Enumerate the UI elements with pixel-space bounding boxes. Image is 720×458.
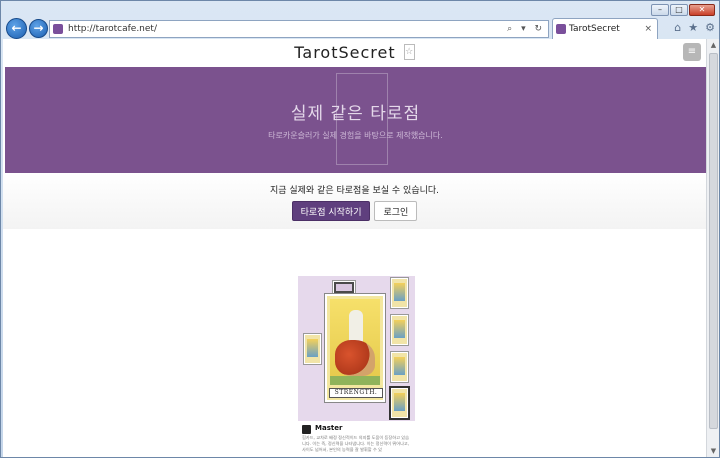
mini-card-right-4 [391, 388, 408, 418]
site-brand[interactable]: TarotSecret [294, 43, 395, 62]
site-header: TarotSecret ☆ ≡ [3, 39, 706, 66]
mini-card-right-2 [391, 315, 408, 345]
address-bar[interactable]: http://tarotcafe.net/ ⌕ ▾ ↻ [49, 20, 549, 38]
tab-title: TarotSecret [569, 24, 620, 34]
scroll-down-icon[interactable]: ▼ [707, 445, 720, 457]
address-actions-icon[interactable]: ⌕ ▾ ↻ [507, 21, 545, 37]
card-label: STRENGTH. [329, 388, 383, 398]
browser-tools: ⌂ ★ ⚙ [674, 21, 715, 34]
hero-banner: 실제 같은 타로점 타로카운슬러가 실제 경험을 바탕으로 제작했습니다. [5, 67, 706, 173]
cta-section: 지금 실제와 같은 타로점을 보실 수 있습니다. 타로점 시작하기 로그인 [3, 173, 706, 229]
start-tarot-button[interactable]: 타로점 시작하기 [291, 201, 371, 221]
favorites-star-icon[interactable]: ★ [688, 21, 698, 34]
browser-tab[interactable]: TarotSecret × [552, 18, 658, 39]
scroll-up-icon[interactable]: ▲ [707, 39, 720, 51]
login-button[interactable]: 로그인 [374, 201, 418, 221]
cta-text: 지금 실제와 같은 타로점을 보실 수 있습니다. [269, 186, 440, 196]
avatar [302, 425, 311, 434]
site-favicon-icon [53, 24, 63, 34]
reading-caption: Master 힘카드, 교차로 배정 정신적이드 의지를 도움이 등장하고 있습… [298, 421, 415, 457]
address-url: http://tarotcafe.net/ [68, 24, 157, 34]
tarot-preview-image: STRENGTH. Master 힘카드, 교차로 배정 정신적이드 의지를 도… [298, 276, 415, 457]
hamburger-menu-button[interactable]: ≡ [683, 43, 701, 61]
mini-card-top [333, 281, 355, 294]
strength-card: STRENGTH. [325, 294, 385, 402]
mini-card-right-1 [391, 278, 408, 308]
home-icon[interactable]: ⌂ [674, 21, 681, 34]
hero-subtitle: 타로카운슬러가 실제 경험을 바탕으로 제작했습니다. [268, 131, 443, 140]
bookmark-star-icon[interactable]: ☆ [403, 44, 415, 60]
settings-gear-icon[interactable]: ⚙ [705, 21, 715, 34]
back-button[interactable]: ← [6, 18, 27, 39]
caption-text: 힘카드, 교차로 배정 정신적이드 의지를 도움이 등장하고 있습니다. 이는 … [302, 435, 410, 452]
scrollbar-thumb[interactable] [709, 53, 718, 429]
vertical-scrollbar[interactable]: ▲ ▼ [706, 39, 719, 457]
hero-title: 실제 같은 타로점 [290, 104, 421, 124]
forward-button[interactable]: → [29, 19, 48, 38]
browser-nav-bar: ← → http://tarotcafe.net/ ⌕ ▾ ↻ TarotSec… [1, 15, 720, 39]
caption-author: Master [315, 424, 343, 432]
tab-close-icon[interactable]: × [644, 19, 652, 39]
browser-window: – □ ✕ ← → http://tarotcafe.net/ ⌕ ▾ ↻ Ta… [0, 0, 720, 458]
tab-favicon-icon [556, 24, 566, 34]
page-viewport: TarotSecret ☆ ≡ 실제 같은 타로점 타로카운슬러가 실제 경험을… [3, 39, 706, 457]
mini-card-left [304, 334, 321, 364]
cta-buttons: 타로점 시작하기 로그인 [3, 201, 706, 221]
mini-card-right-3 [391, 352, 408, 382]
